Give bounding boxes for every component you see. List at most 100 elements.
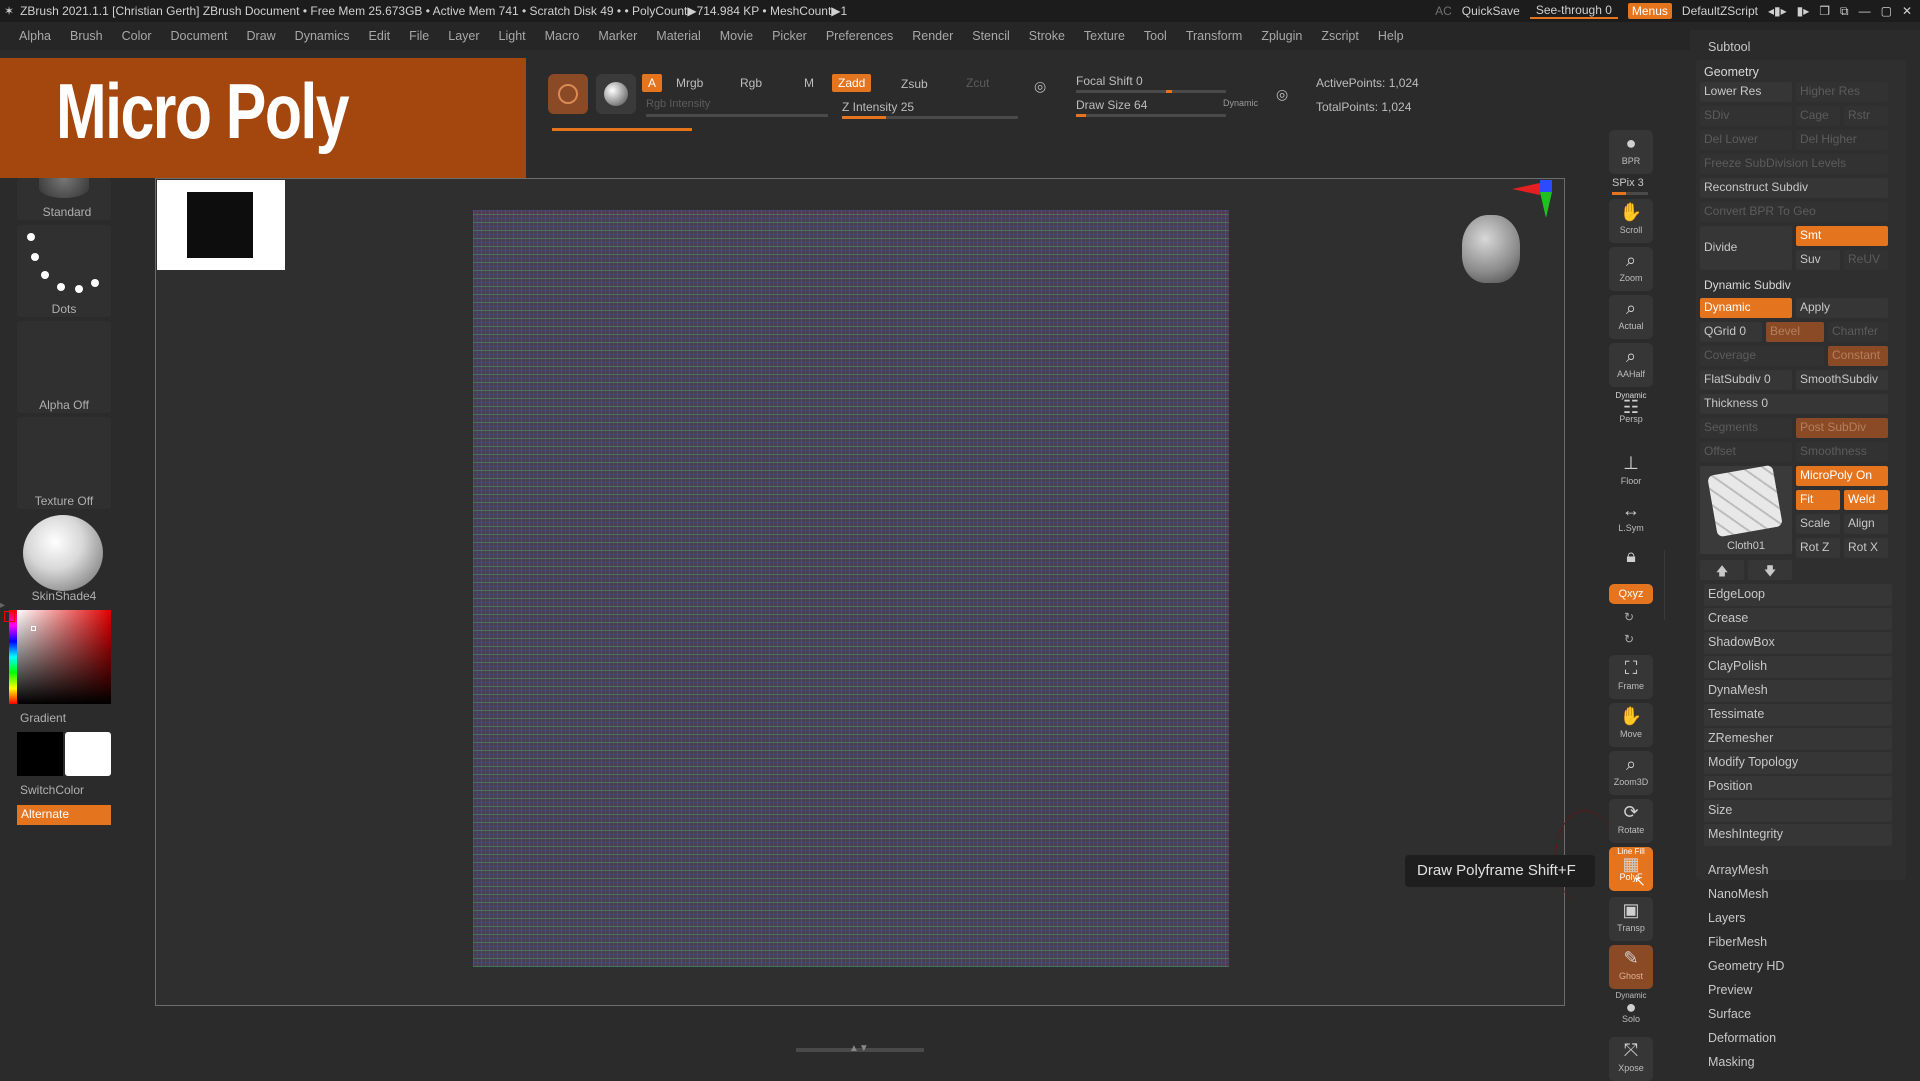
frame-button[interactable]: ⛶ Frame bbox=[1609, 655, 1653, 699]
section-edgeloop[interactable]: EdgeLoop bbox=[1704, 584, 1892, 606]
section-meshintegrity[interactable]: MeshIntegrity bbox=[1704, 824, 1892, 846]
bevel-toggle[interactable]: Bevel bbox=[1766, 322, 1824, 342]
section-zremesher[interactable]: ZRemesher bbox=[1704, 728, 1892, 750]
subpalette-nanomesh[interactable]: NanoMesh bbox=[1708, 887, 1768, 901]
zsub-toggle[interactable]: Zsub bbox=[901, 77, 928, 91]
aahalf-button[interactable]: ⌕ AAHalf bbox=[1609, 343, 1653, 387]
draw-size-slider[interactable] bbox=[1076, 114, 1226, 117]
menu-color[interactable]: Color bbox=[122, 29, 152, 43]
menu-marker[interactable]: Marker bbox=[598, 29, 637, 43]
window-stack-icon[interactable]: ❐ bbox=[1819, 4, 1830, 18]
reuv-toggle[interactable]: ReUV bbox=[1844, 250, 1888, 270]
floor-button[interactable]: ⊥ Floor bbox=[1609, 450, 1653, 494]
micropoly-mesh[interactable] bbox=[473, 210, 1229, 967]
menu-texture[interactable]: Texture bbox=[1084, 29, 1125, 43]
menu-edit[interactable]: Edit bbox=[369, 29, 391, 43]
chamfer-toggle[interactable]: Chamfer bbox=[1828, 322, 1888, 342]
rotate-button[interactable]: ⟳ Rotate bbox=[1609, 799, 1653, 843]
rot-z-button[interactable]: Rot Z bbox=[1796, 538, 1840, 558]
smoothsubdiv-slider[interactable]: SmoothSubdiv bbox=[1796, 370, 1888, 390]
focal-shift-icon[interactable]: ◎ bbox=[1034, 78, 1046, 95]
menu-brush[interactable]: Brush bbox=[70, 29, 103, 43]
arrow-down-button[interactable]: 🡇 bbox=[1748, 560, 1792, 580]
menu-stroke[interactable]: Stroke bbox=[1029, 29, 1065, 43]
zoom-button[interactable]: ⌕ Zoom bbox=[1609, 247, 1653, 291]
arrow-up-button[interactable]: 🡅 bbox=[1700, 560, 1744, 580]
subtool-header[interactable]: Subtool bbox=[1708, 40, 1750, 54]
weld-toggle[interactable]: Weld bbox=[1844, 490, 1888, 510]
menu-layer[interactable]: Layer bbox=[448, 29, 479, 43]
menu-macro[interactable]: Macro bbox=[545, 29, 580, 43]
section-claypolish[interactable]: ClayPolish bbox=[1704, 656, 1892, 678]
scroll-button[interactable]: ✋ Scroll bbox=[1609, 199, 1653, 243]
window-restore-icon[interactable]: ⧉ bbox=[1840, 4, 1849, 19]
rstr-button[interactable]: Rstr bbox=[1844, 106, 1888, 126]
menu-stencil[interactable]: Stencil bbox=[972, 29, 1010, 43]
cage-button[interactable]: Cage bbox=[1796, 106, 1840, 126]
align-toggle[interactable]: Align bbox=[1844, 514, 1888, 534]
del-higher-button[interactable]: Del Higher bbox=[1796, 130, 1888, 150]
subpalette-preview[interactable]: Preview bbox=[1708, 983, 1752, 997]
menus-button[interactable]: Menus bbox=[1627, 3, 1672, 19]
mrgb-toggle[interactable]: Mrgb bbox=[676, 76, 703, 90]
see-through-slider[interactable]: See-through 0 bbox=[1529, 3, 1618, 19]
rotate-z-icon[interactable]: ↻ bbox=[1624, 632, 1634, 646]
navigation-thumbnail[interactable] bbox=[157, 180, 285, 270]
menu-preferences[interactable]: Preferences bbox=[826, 29, 893, 43]
menu-light[interactable]: Light bbox=[499, 29, 526, 43]
persp-button[interactable]: Dynamic ☷ Persp bbox=[1609, 391, 1653, 435]
expand-arrows-icon[interactable]: ▲▼ bbox=[849, 1043, 869, 1054]
polyframe-button[interactable]: Line Fill ▦ PolyF bbox=[1609, 847, 1653, 891]
menu-tool[interactable]: Tool bbox=[1144, 29, 1167, 43]
subpalette-surface[interactable]: Surface bbox=[1708, 1007, 1751, 1021]
smt-toggle[interactable]: Smt bbox=[1796, 226, 1888, 246]
qgrid-slider[interactable]: QGrid 0 bbox=[1700, 322, 1762, 342]
m-toggle[interactable]: M bbox=[804, 76, 814, 90]
section-modify-topology[interactable]: Modify Topology bbox=[1704, 752, 1892, 774]
focal-shift-slider[interactable] bbox=[1076, 90, 1226, 93]
bpr-button[interactable]: ● BPR bbox=[1609, 130, 1653, 174]
solo-button[interactable]: Dynamic ● Solo bbox=[1609, 991, 1653, 1035]
maximize-icon[interactable]: ▢ bbox=[1881, 4, 1892, 18]
z-intensity-slider[interactable] bbox=[842, 116, 1018, 119]
menu-help[interactable]: Help bbox=[1378, 29, 1404, 43]
rot-x-button[interactable]: Rot X bbox=[1844, 538, 1888, 558]
section-dynamesh[interactable]: DynaMesh bbox=[1704, 680, 1892, 702]
rgb-intensity-slider[interactable] bbox=[646, 114, 828, 117]
xpose-button[interactable]: ⤧ Xpose bbox=[1609, 1037, 1653, 1081]
apply-button[interactable]: Apply bbox=[1796, 298, 1888, 318]
material-sphere-button[interactable] bbox=[596, 74, 636, 114]
zoom3d-button[interactable]: ⌕ Zoom3D bbox=[1609, 751, 1653, 795]
divide-button[interactable]: Divide bbox=[1700, 226, 1792, 270]
section-shadowbox[interactable]: ShadowBox bbox=[1704, 632, 1892, 654]
menu-zscript[interactable]: Zscript bbox=[1321, 29, 1359, 43]
menu-movie[interactable]: Movie bbox=[720, 29, 753, 43]
subpalette-arraymesh[interactable]: ArrayMesh bbox=[1708, 863, 1768, 877]
zadd-toggle[interactable]: Zadd bbox=[832, 74, 872, 92]
subpalette-geometry-hd[interactable]: Geometry HD bbox=[1708, 959, 1784, 973]
rotate-y-icon[interactable]: ↻ bbox=[1624, 610, 1634, 624]
suv-toggle[interactable]: Suv bbox=[1796, 250, 1840, 270]
close-icon[interactable]: ✕ bbox=[1902, 4, 1912, 18]
coverage-slider[interactable]: Coverage bbox=[1700, 346, 1824, 366]
post-subdiv-toggle[interactable]: Post SubDiv bbox=[1796, 418, 1888, 438]
menu-transform[interactable]: Transform bbox=[1186, 29, 1243, 43]
a-toggle[interactable]: A bbox=[642, 74, 663, 92]
local-symmetry-button[interactable]: ↔ L.Sym bbox=[1609, 497, 1653, 541]
transp-button[interactable]: ▣ Transp bbox=[1609, 897, 1653, 941]
left-tray-toggle-icon[interactable]: ▸ bbox=[0, 600, 8, 620]
default-zscript-button[interactable]: DefaultZScript bbox=[1682, 4, 1758, 18]
reconstruct-subdiv-button[interactable]: Reconstruct Subdiv bbox=[1700, 178, 1888, 198]
switchcolor-button[interactable]: SwitchColor bbox=[20, 783, 100, 797]
menu-material[interactable]: Material bbox=[656, 29, 700, 43]
geometry-header[interactable]: Geometry bbox=[1704, 65, 1759, 79]
offset-slider[interactable]: Offset bbox=[1700, 442, 1792, 462]
sdiv-slider[interactable]: SDiv bbox=[1700, 106, 1792, 126]
smoothness-slider[interactable]: Smoothness bbox=[1796, 442, 1888, 462]
thickness-slider[interactable]: Thickness 0 bbox=[1700, 394, 1888, 414]
xyz-button[interactable]: Qxyz bbox=[1609, 584, 1653, 604]
del-lower-button[interactable]: Del Lower bbox=[1700, 130, 1792, 150]
main-color-swatch[interactable] bbox=[17, 732, 63, 776]
subpalette-deformation[interactable]: Deformation bbox=[1708, 1031, 1776, 1045]
axis-gizmo-icon[interactable] bbox=[1512, 180, 1552, 240]
